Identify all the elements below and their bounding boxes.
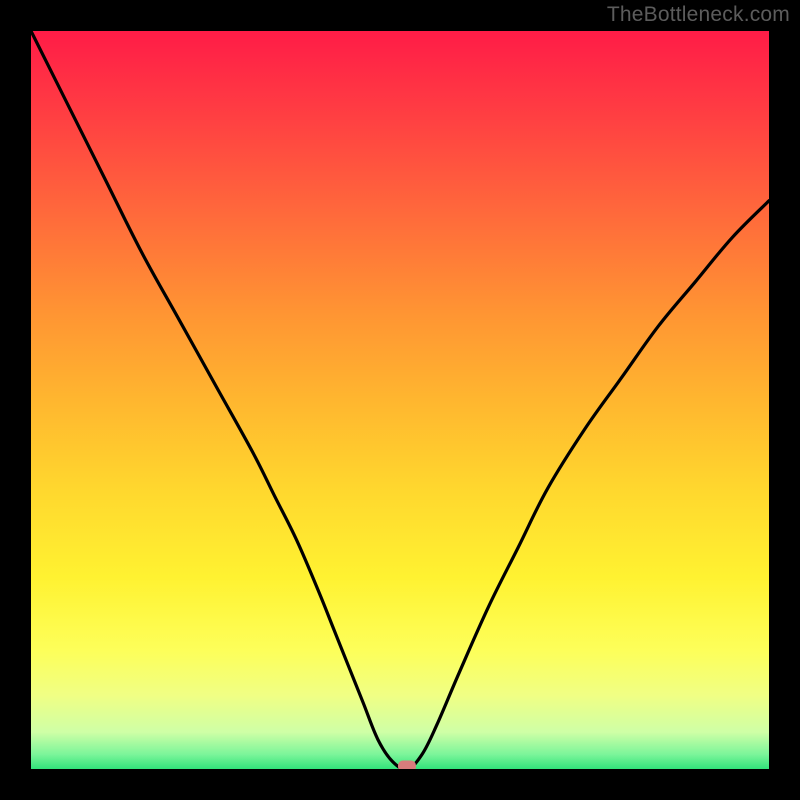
chart-frame: TheBottleneck.com: [0, 0, 800, 800]
curve-svg: [31, 31, 769, 769]
optimum-marker: [398, 761, 416, 770]
watermark-text: TheBottleneck.com: [607, 3, 790, 27]
bottleneck-curve: [31, 31, 769, 769]
plot-area: [31, 31, 769, 769]
